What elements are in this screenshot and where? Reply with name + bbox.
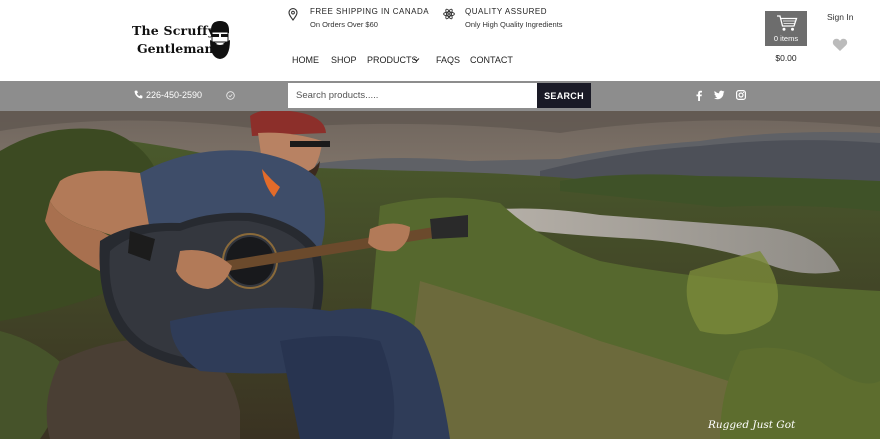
- nav-contact[interactable]: CONTACT: [470, 55, 513, 65]
- phone-number: 226-450-2590: [146, 90, 203, 100]
- chevron-down-icon[interactable]: [413, 57, 420, 63]
- site-header: The Scruffy Gentleman FREE SHIPPING IN C…: [0, 0, 880, 81]
- bearded-man-logo-icon: [210, 21, 230, 59]
- check-circle-icon: [226, 91, 235, 100]
- instagram-icon[interactable]: [736, 90, 746, 100]
- atom-icon: [443, 8, 455, 20]
- hero-banner: [0, 111, 880, 439]
- top-bar: 226-450-2590 SEARCH: [0, 81, 880, 111]
- promo-subtitle: On Orders Over $60: [310, 20, 378, 29]
- search-input[interactable]: [288, 83, 537, 108]
- nav-home[interactable]: HOME: [292, 55, 319, 65]
- promo-title: FREE SHIPPING IN CANADA: [310, 7, 430, 16]
- hero-tagline: Rugged Just Got: [708, 419, 796, 431]
- facebook-icon[interactable]: [695, 90, 703, 101]
- nav-shop[interactable]: SHOP: [331, 55, 357, 65]
- nav-products[interactable]: PRODUCTS: [367, 55, 418, 65]
- sign-in-link[interactable]: Sign In: [827, 12, 853, 22]
- phone-icon: [134, 90, 143, 99]
- promo-subtitle: Only High Quality Ingredients: [465, 20, 563, 29]
- search-button[interactable]: SEARCH: [537, 83, 591, 108]
- logo-line-2: Gentleman: [137, 41, 214, 56]
- heart-icon[interactable]: [832, 38, 848, 52]
- cart-button[interactable]: 0 items: [765, 11, 807, 46]
- promo-title: QUALITY ASSURED: [465, 7, 548, 16]
- nav-faqs[interactable]: FAQS: [436, 55, 460, 65]
- logo-line-1: The Scruffy: [132, 23, 216, 38]
- shopping-cart-icon: [777, 15, 798, 31]
- hero-image: [0, 111, 880, 439]
- cart-count: 0 items: [773, 34, 799, 43]
- cart-total: $0.00: [775, 53, 797, 63]
- location-pin-icon: [288, 8, 298, 21]
- site-logo[interactable]: The Scruffy Gentleman: [131, 20, 231, 62]
- twitter-icon[interactable]: [714, 90, 725, 100]
